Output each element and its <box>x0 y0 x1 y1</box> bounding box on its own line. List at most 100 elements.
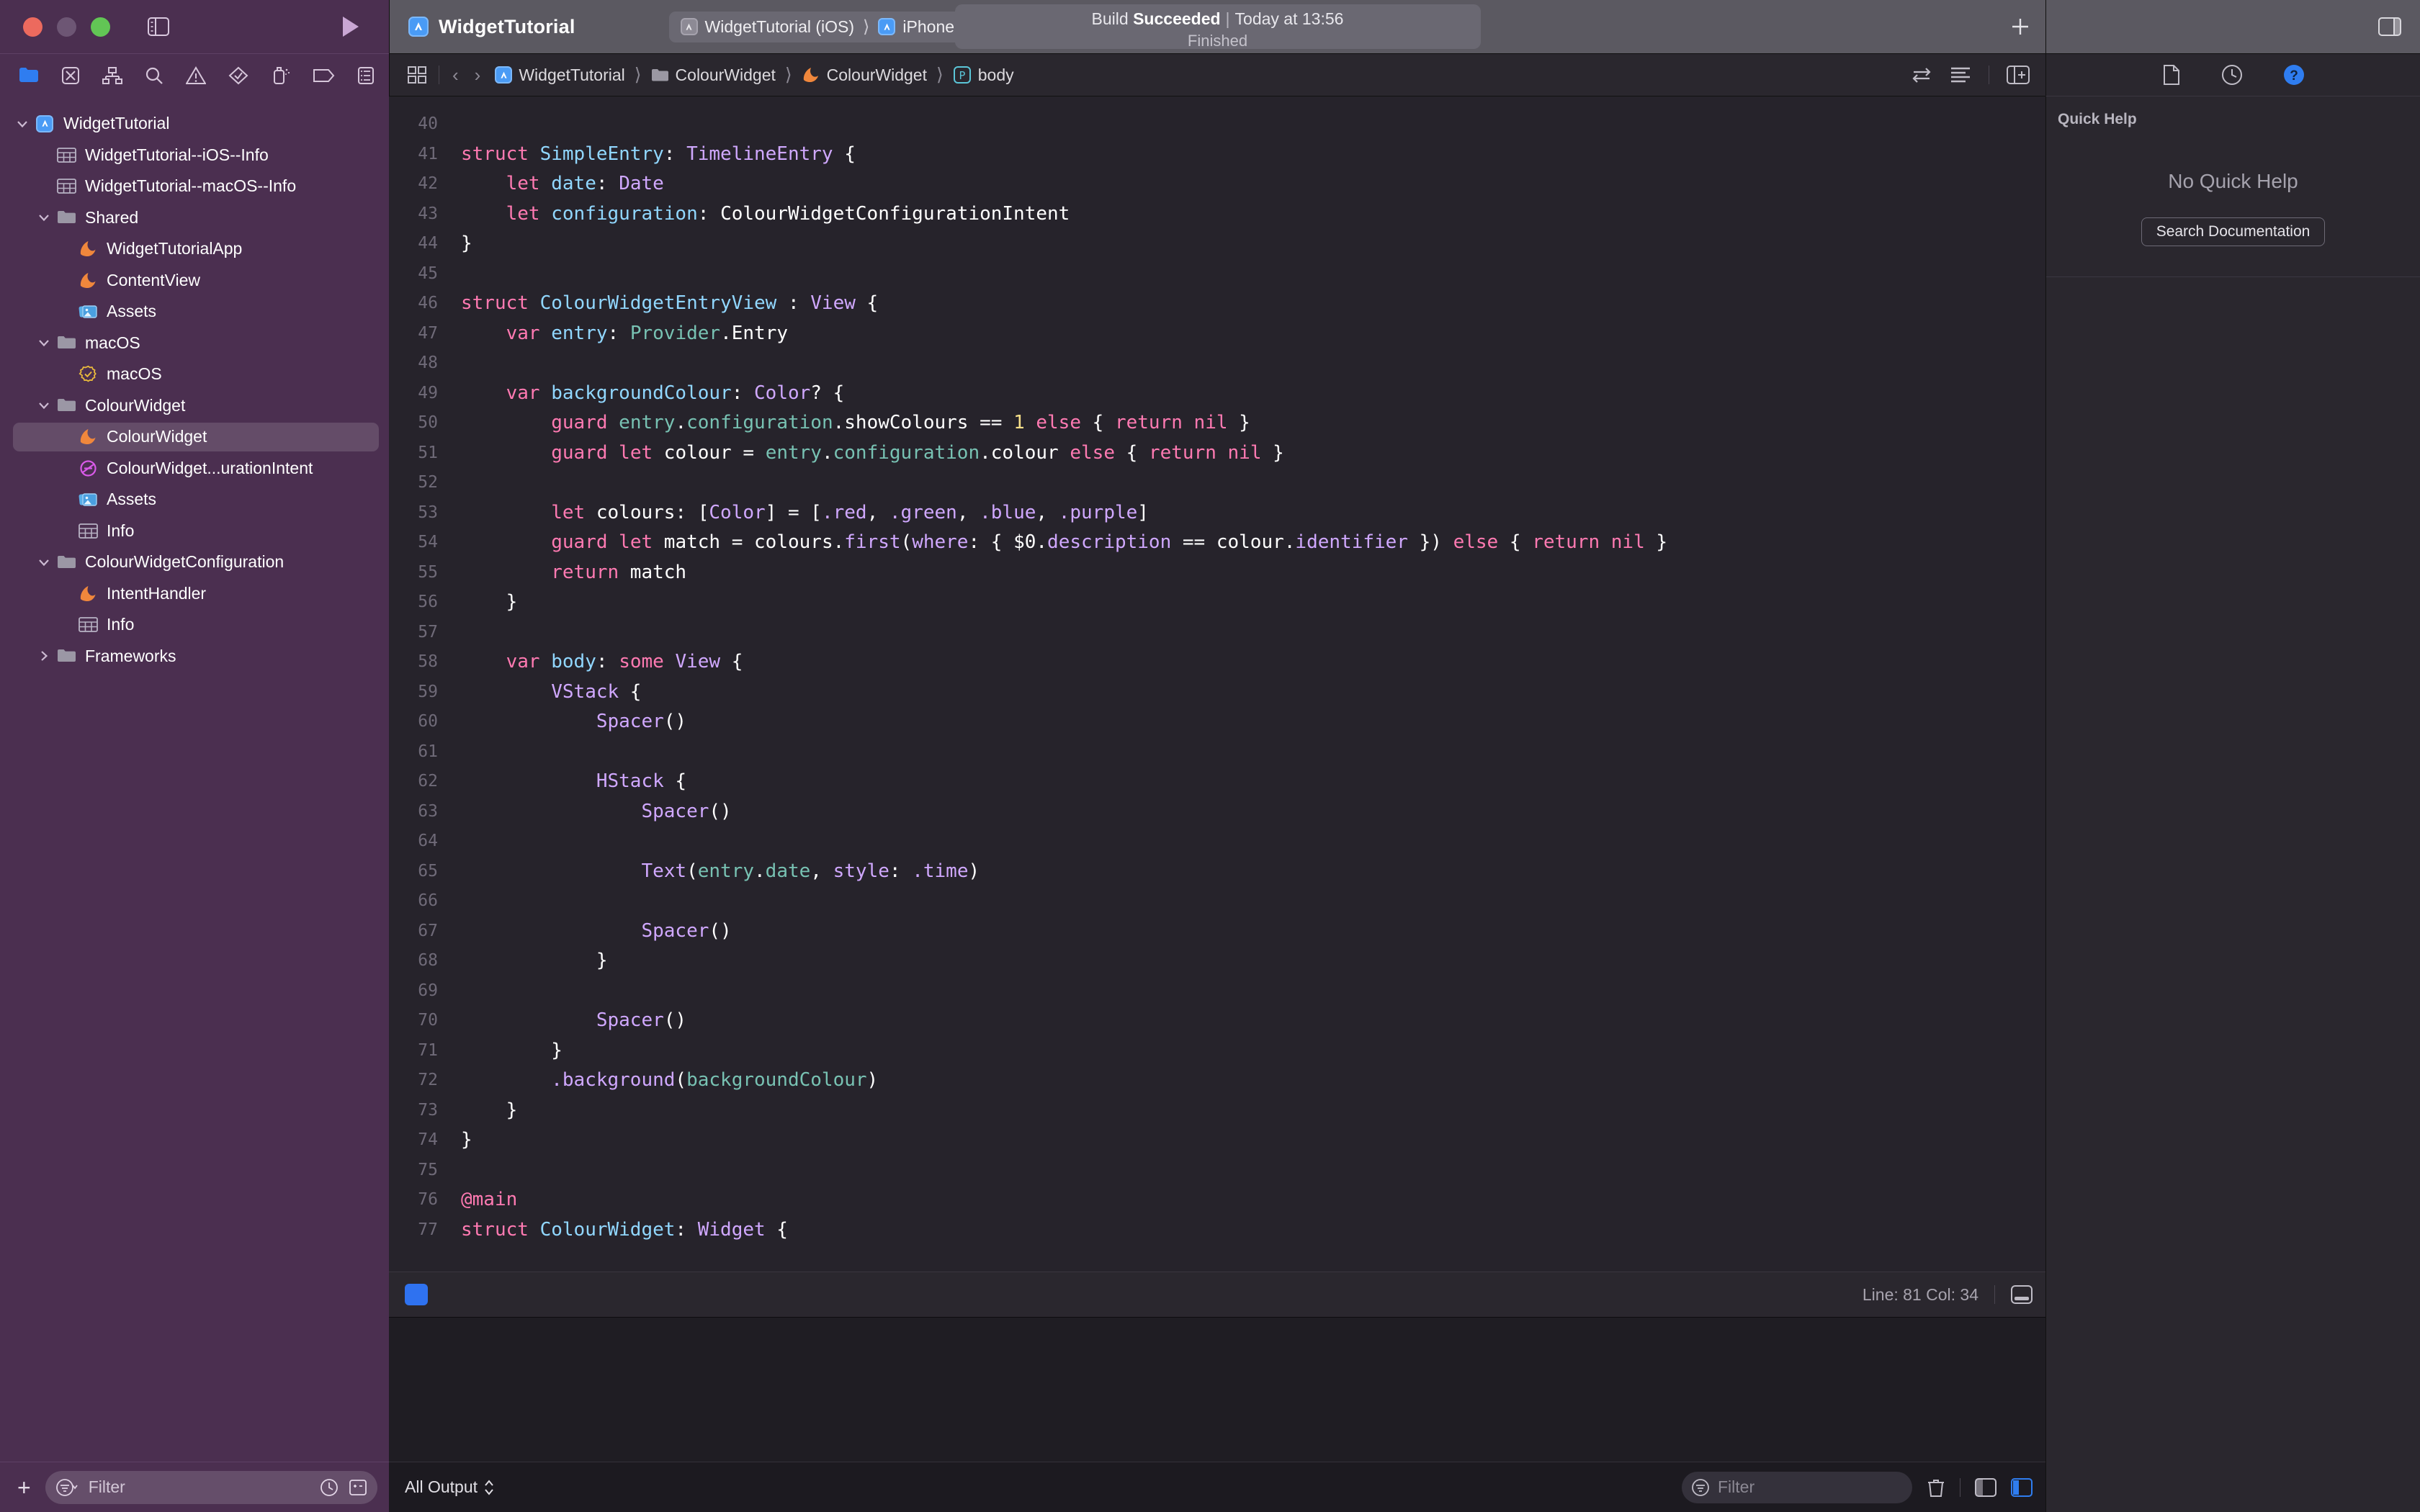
build-status-chip[interactable]: Build Succeeded | Today at 13:56 Finished <box>954 4 1481 49</box>
code-line[interactable]: .background(backgroundColour) <box>461 1066 2045 1096</box>
add-editor-icon[interactable] <box>2007 66 2030 84</box>
code-line[interactable]: var body: some View { <box>461 647 2045 678</box>
breadcrumb-item-file[interactable]: ColourWidget <box>802 66 927 85</box>
breadcrumb-item-symbol[interactable]: P body <box>953 66 1014 85</box>
folder-navigator-icon[interactable] <box>19 67 39 84</box>
add-file-button[interactable]: + <box>13 1476 35 1499</box>
tree-item-widgettutorialapp[interactable]: WidgetTutorialApp <box>0 233 389 265</box>
code-line[interactable]: let configuration: ColourWidgetConfigura… <box>461 199 2045 230</box>
editor-options-icon[interactable] <box>1950 66 1971 84</box>
code-line[interactable]: guard let colour = entry.configuration.c… <box>461 438 2045 469</box>
code-line[interactable]: } <box>461 1036 2045 1066</box>
symbol-navigator-icon[interactable] <box>102 66 122 85</box>
tree-item-colourwidget[interactable]: ColourWidget <box>0 390 389 422</box>
sidebar-toggle-icon[interactable] <box>148 17 169 36</box>
code-line[interactable]: let colours: [Color] = [.red, .green, .b… <box>461 498 2045 528</box>
clear-console-icon[interactable] <box>1927 1477 1945 1498</box>
code-line[interactable] <box>461 976 2045 1007</box>
tree-item-shared[interactable]: Shared <box>0 202 389 234</box>
source-control-filter-icon[interactable] <box>349 1479 367 1496</box>
code-line[interactable]: Text(entry.date, style: .time) <box>461 857 2045 887</box>
code-line[interactable]: } <box>461 946 2045 976</box>
tree-item-info[interactable]: Info <box>0 609 389 641</box>
minimap-toggle-icon[interactable] <box>2011 1285 2033 1304</box>
code-line[interactable]: @main <box>461 1185 2045 1215</box>
code-line[interactable]: guard entry.configuration.showColours ==… <box>461 408 2045 438</box>
tree-item-colourwidget-urationintent[interactable]: ColourWidget...urationIntent <box>0 453 389 485</box>
run-play-icon[interactable] <box>341 16 360 37</box>
source-editor[interactable]: 40 41 42 43 44 45 46 47 48 49 50 51 52 53 54 55 56 57 58 59… <box>389 96 2045 1272</box>
grid-view-icon[interactable] <box>407 66 427 84</box>
code-line[interactable]: } <box>461 588 2045 618</box>
code-line[interactable] <box>461 618 2045 648</box>
code-line[interactable] <box>461 1156 2045 1186</box>
quick-help-icon[interactable]: ? <box>2283 64 2305 86</box>
chevron-down-icon[interactable] <box>35 556 53 569</box>
code-line[interactable]: struct SimpleEntry: TimelineEntry { <box>461 140 2045 170</box>
code-line[interactable] <box>461 886 2045 917</box>
tree-item-widgettutorial-macos-info[interactable]: WidgetTutorial--macOS--Info <box>0 171 389 202</box>
search-documentation-button[interactable]: Search Documentation <box>2141 217 2326 246</box>
back-button[interactable]: ‹ <box>452 64 459 86</box>
tree-item-intenthandler[interactable]: IntentHandler <box>0 578 389 610</box>
scheme-destination-chip[interactable]: WidgetTutorial (iOS) ⟩ iPhone 12 <box>668 11 989 42</box>
window-controls[interactable] <box>23 17 110 37</box>
code-line[interactable]: Spacer() <box>461 797 2045 827</box>
issue-navigator-icon[interactable] <box>186 66 206 85</box>
tree-item-macos[interactable]: macOS <box>0 359 389 390</box>
debug-navigator-icon[interactable] <box>271 66 291 85</box>
code-line[interactable] <box>461 259 2045 289</box>
breadcrumb-item-project[interactable]: WidgetTutorial <box>495 66 625 85</box>
tree-item-assets[interactable]: Assets <box>0 296 389 328</box>
tree-item-widgettutorial[interactable]: WidgetTutorial <box>0 108 389 140</box>
source-control-icon[interactable] <box>61 66 80 85</box>
tree-item-frameworks[interactable]: Frameworks <box>0 641 389 672</box>
minimap-indicator-icon[interactable] <box>405 1284 428 1305</box>
close-window-button[interactable] <box>23 17 42 37</box>
code-line[interactable]: struct ColourWidget: Widget { <box>461 1215 2045 1246</box>
tree-item-colourwidgetconfiguration[interactable]: ColourWidgetConfiguration <box>0 546 389 578</box>
project-file-tree[interactable]: WidgetTutorial WidgetTutorial--iOS--Info W… <box>0 96 389 1462</box>
code-line[interactable]: var backgroundColour: Color? { <box>461 379 2045 409</box>
tree-item-assets[interactable]: Assets <box>0 484 389 516</box>
forward-button[interactable]: › <box>475 64 481 86</box>
swap-editor-icon[interactable] <box>1911 66 1932 84</box>
add-editor-plus-icon[interactable] <box>2009 16 2031 37</box>
chevron-down-icon[interactable] <box>35 399 53 412</box>
code-line[interactable]: guard let match = colours.first(where: {… <box>461 528 2045 558</box>
breakpoint-navigator-icon[interactable] <box>313 67 335 84</box>
find-navigator-icon[interactable] <box>145 66 163 85</box>
zoom-window-button[interactable] <box>91 17 110 37</box>
navigator-filter-field[interactable]: Filter <box>45 1470 377 1504</box>
code-line[interactable]: var entry: Provider.Entry <box>461 319 2045 349</box>
code-line[interactable]: VStack { <box>461 678 2045 708</box>
console-filter-field[interactable]: Filter <box>1682 1471 1912 1503</box>
show-debug-area-icon[interactable] <box>1975 1477 1996 1497</box>
breadcrumb-item-folder[interactable]: ColourWidget <box>651 66 776 85</box>
code-line[interactable] <box>461 737 2045 768</box>
code-line[interactable] <box>461 827 2045 857</box>
chevron-down-icon[interactable] <box>35 336 53 349</box>
tree-item-colourwidget[interactable]: ColourWidget <box>0 421 389 453</box>
report-navigator-icon[interactable] <box>357 66 375 85</box>
code-line[interactable]: struct ColourWidgetEntryView : View { <box>461 289 2045 319</box>
chevron-down-icon[interactable] <box>13 117 32 130</box>
code-line[interactable]: } <box>461 1096 2045 1126</box>
chevron-right-icon[interactable] <box>35 649 53 662</box>
code-line[interactable]: Spacer() <box>461 1006 2045 1036</box>
console-output-pane[interactable] <box>389 1318 2045 1462</box>
recent-clock-icon[interactable] <box>320 1478 339 1497</box>
code-line[interactable]: HStack { <box>461 767 2045 797</box>
minimize-window-button[interactable] <box>57 17 76 37</box>
tree-item-widgettutorial-ios-info[interactable]: WidgetTutorial--iOS--Info <box>0 140 389 171</box>
inspector-toggle-icon[interactable] <box>2378 17 2401 36</box>
code-line[interactable]: Spacer() <box>461 917 2045 947</box>
code-line[interactable] <box>461 468 2045 498</box>
history-inspector-icon[interactable] <box>2221 64 2243 86</box>
chevron-down-icon[interactable] <box>35 211 53 224</box>
code-text[interactable]: struct SimpleEntry: TimelineEntry { let … <box>451 96 2045 1272</box>
code-line[interactable] <box>461 348 2045 379</box>
tree-item-macos[interactable]: macOS <box>0 328 389 359</box>
show-console-icon[interactable] <box>2011 1477 2033 1497</box>
code-line[interactable]: let date: Date <box>461 169 2045 199</box>
